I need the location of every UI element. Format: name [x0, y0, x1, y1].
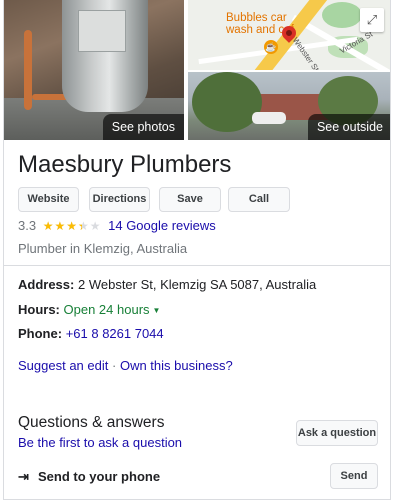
phone-link[interactable]: +61 8 8261 7044 — [66, 326, 164, 341]
see-photos-label[interactable]: See photos — [102, 114, 184, 140]
rating-row: 3.3 ★★★★★ ★★★★★ 14 Google reviews — [18, 218, 216, 233]
business-name: Maesbury Plumbers — [18, 151, 232, 178]
ask-question-button[interactable]: Ask a question — [296, 420, 378, 446]
hours-label: Hours: — [18, 302, 60, 317]
photo-tree — [192, 72, 262, 132]
edit-links: Suggest an edit · Own this business? — [18, 358, 233, 373]
website-button[interactable]: Website — [18, 187, 79, 212]
address-label: Address: — [18, 277, 75, 292]
photos-tile[interactable]: See photos — [4, 0, 184, 140]
map-business-label: Bubbles car wash and caf — [226, 12, 294, 36]
hours-value[interactable]: Open 24 hours — [64, 302, 150, 317]
hours-row: Hours: Open 24 hours ▼ — [18, 302, 160, 317]
qa-heading: Questions & answers — [18, 414, 165, 431]
address-row: Address: 2 Webster St, Klemzig SA 5087, … — [18, 277, 316, 292]
business-panel: See photos Bubbles car wash and caf Webs… — [3, 0, 391, 500]
dropdown-caret-icon[interactable]: ▼ — [153, 306, 161, 315]
send-button[interactable]: Send — [330, 463, 378, 489]
map-tile[interactable]: Bubbles car wash and caf Webster St Vict… — [188, 0, 390, 70]
suggest-edit-link[interactable]: Suggest an edit — [18, 358, 108, 373]
first-question-link[interactable]: Be the first to ask a question — [18, 435, 182, 450]
send-to-phone-label: Send to your phone — [38, 469, 161, 484]
cafe-icon: ☕ — [264, 40, 278, 54]
address-value: 2 Webster St, Klemzig SA 5087, Australia — [77, 277, 317, 292]
phone-label: Phone: — [18, 326, 63, 341]
send-to-phone-row: ⇥ Send to your phone — [18, 469, 160, 485]
reviews-link[interactable]: 14 Google reviews — [108, 218, 216, 233]
directions-button[interactable]: Directions — [89, 187, 150, 212]
map-street-label: Webster St — [290, 35, 321, 70]
photo-pipe — [24, 30, 32, 110]
save-button[interactable]: Save — [159, 187, 221, 212]
photo-car — [252, 112, 286, 124]
map-park — [322, 2, 362, 28]
media-strip: See photos Bubbles car wash and caf Webs… — [4, 0, 390, 140]
rating-value: 3.3 — [18, 218, 37, 233]
divider — [4, 265, 390, 266]
link-separator: · — [111, 358, 117, 373]
send-to-phone-icon: ⇥ — [18, 469, 29, 484]
own-business-link[interactable]: Own this business? — [120, 358, 233, 373]
business-category: Plumber in Klemzig, Australia — [18, 241, 188, 256]
phone-row: Phone: +61 8 8261 7044 — [18, 326, 164, 341]
photo-heater-panel — [78, 10, 126, 52]
expand-icon[interactable]: ⤢ — [360, 8, 384, 32]
street-view-tile[interactable]: See outside — [188, 72, 390, 140]
see-outside-label[interactable]: See outside — [307, 114, 390, 140]
star-rating-icon: ★★★★★ ★★★★★ — [42, 219, 102, 233]
call-button[interactable]: Call — [228, 187, 290, 212]
